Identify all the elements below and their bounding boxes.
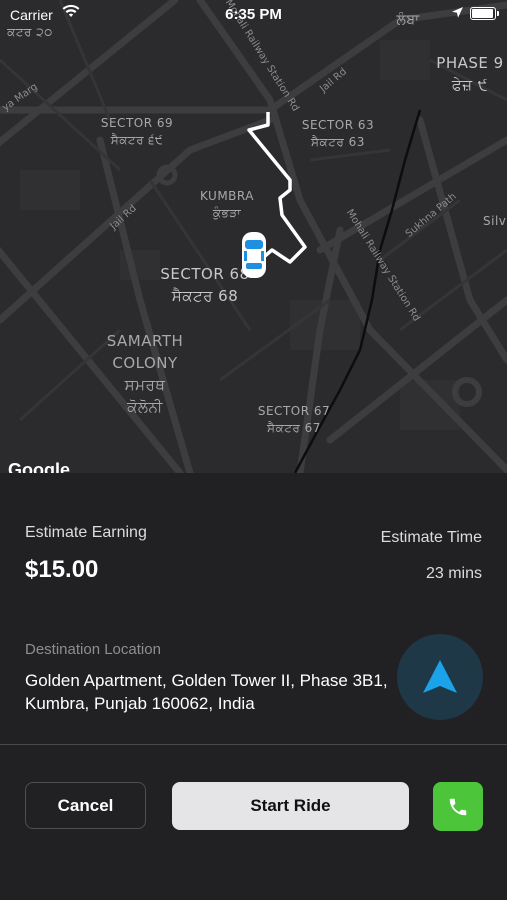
map-label-kumbra: KUMBRA ਕੁੰਭੜਾ	[177, 188, 277, 222]
call-button[interactable]	[433, 782, 483, 831]
estimate-earning-label: Estimate Earning	[25, 524, 147, 541]
map-label-text: ਸੈਕਟਰ 67	[267, 421, 321, 435]
map-label-text: ਸੈਕਟਰ ੬੯	[110, 133, 164, 147]
map-label-text: ਸੈਕਟਰ 63	[311, 135, 365, 149]
map-label-samarth-colony: SAMARTH COLONY ਸਮਰਥ ਕੋਲੋਨੀ	[85, 330, 205, 418]
cancel-button[interactable]: Cancel	[25, 782, 146, 829]
map-label-text: SECTOR 67	[257, 404, 331, 418]
map-label-sector63: SECTOR 63 ਸੈਕਟਰ 63	[278, 117, 398, 151]
status-bar: Carrier 6:35 PM	[0, 0, 507, 28]
map-label-sector69: SECTOR 69 ਸੈਕਟਰ ੬੯	[77, 115, 197, 149]
map-label-text: COLONY	[112, 354, 178, 372]
navigate-button[interactable]	[397, 634, 483, 720]
estimate-time-label: Estimate Time	[380, 529, 482, 546]
map-label-text: PHASE 9	[436, 54, 504, 72]
map-label-text: ਸਮਰਥ	[124, 376, 166, 394]
start-ride-button[interactable]: Start Ride	[172, 782, 409, 830]
map-label-sector67: SECTOR 67 ਸੈਕਟਰ 67	[234, 403, 354, 437]
phone-icon	[449, 798, 467, 815]
divider	[0, 744, 507, 745]
status-time: 6:35 PM	[225, 6, 282, 23]
map-label-text: SECTOR 69	[100, 116, 174, 130]
map-label-text: ਫੇਜ਼ ੯	[451, 76, 489, 94]
map-label-text: ਸੈਕਟਰ 68	[171, 287, 239, 305]
location-arrow-icon	[451, 6, 464, 24]
map-label-text: SECTOR 63	[301, 118, 375, 132]
google-attribution: Google	[8, 460, 70, 473]
map-label-text: SAMARTH	[106, 332, 184, 350]
battery-icon	[470, 7, 499, 20]
estimate-earning-value: $15.00	[25, 556, 99, 583]
map-label-text: ਕੁੰਭੜਾ	[212, 206, 242, 220]
map-label-text: ਕੋਲੋਨੀ	[127, 398, 163, 416]
destination-address: Golden Apartment, Golden Tower II, Phase…	[25, 671, 388, 713]
map-label-text: KUMBRA	[200, 189, 254, 203]
map-view[interactable]: SECTOR 69 ਸੈਕਟਰ ੬੯ SECTOR 63 ਸੈਕਟਰ 63 KU…	[0, 0, 507, 473]
map-label-phase9: PHASE 9 ਫੇਜ਼ ੯	[420, 52, 507, 96]
navigation-arrow-icon	[423, 660, 457, 693]
estimate-time-value: 23 mins	[425, 565, 482, 582]
map-label-silv: Silv	[483, 214, 507, 228]
destination-label: Destination Location	[25, 641, 161, 658]
trip-panel: Estimate Earning $15.00 Estimate Time 23…	[0, 473, 507, 900]
